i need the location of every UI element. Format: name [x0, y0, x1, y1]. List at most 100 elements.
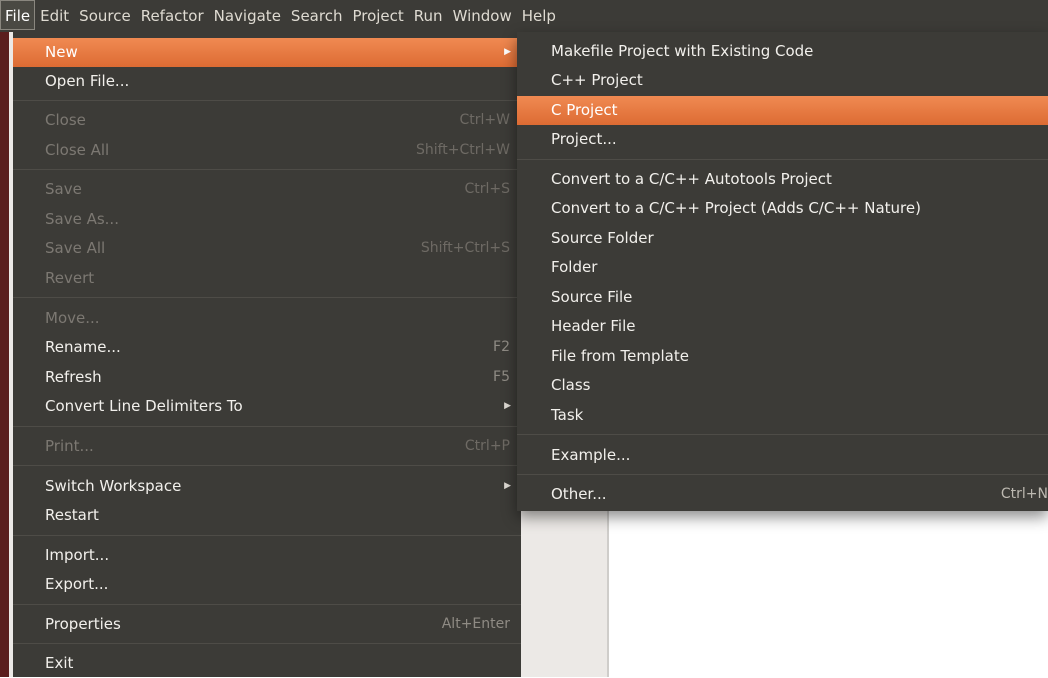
menu-item-makefile-project[interactable]: Makefile Project with Existing Code — [517, 37, 1048, 66]
menu-item-shortcut: Shift+Ctrl+S — [420, 240, 510, 256]
menu-item-label: Save All — [45, 239, 106, 257]
menu-item-label: C++ Project — [551, 71, 643, 89]
menu-item-label: New — [45, 43, 78, 61]
menu-item-label: Source Folder — [551, 229, 654, 247]
menubar-edit[interactable]: Edit — [35, 0, 74, 30]
menu-separator — [13, 426, 521, 427]
menu-item-label: Exit — [45, 654, 74, 672]
menu-item-convert-cpp-nature[interactable]: Convert to a C/C++ Project (Adds C/C++ N… — [517, 194, 1048, 223]
menubar-window[interactable]: Window — [448, 0, 517, 30]
editor-divider — [607, 510, 609, 677]
menu-item-label: Rename... — [45, 338, 121, 356]
menubar-file[interactable]: File — [0, 0, 36, 30]
menubar-search[interactable]: Search — [286, 0, 348, 30]
menu-item-label: Convert to a C/C++ Project (Adds C/C++ N… — [551, 199, 921, 217]
menu-item-label: Folder — [551, 258, 598, 276]
menu-item-label: Import... — [45, 546, 110, 564]
submenu-arrow-icon: ▶ — [504, 401, 511, 411]
menu-item-shortcut: F2 — [493, 339, 510, 355]
menu-item-label: Close All — [45, 141, 110, 159]
menu-separator — [13, 604, 521, 605]
menu-item-label: Close — [45, 111, 86, 129]
menu-item-convert-line-delimiters[interactable]: Convert Line Delimiters To ▶ — [13, 392, 521, 421]
menu-item-label: Makefile Project with Existing Code — [551, 42, 814, 60]
menu-item-label: Print... — [45, 437, 94, 455]
menu-separator — [517, 159, 1048, 160]
window-left-edge — [0, 0, 9, 677]
menu-item-shortcut: Alt+Enter — [441, 616, 510, 632]
menubar-help[interactable]: Help — [517, 0, 561, 30]
menu-item-label: File from Template — [551, 347, 689, 365]
menu-item-example[interactable]: Example... — [517, 441, 1048, 470]
menu-item-refresh[interactable]: Refresh F5 — [13, 363, 521, 392]
menu-item-export[interactable]: Export... — [13, 570, 521, 599]
menu-item-label: Task — [551, 406, 584, 424]
menu-item-restart[interactable]: Restart — [13, 501, 521, 530]
menu-item-label: Refresh — [45, 368, 102, 386]
menu-item-label: Other... — [551, 485, 607, 503]
menu-item-save-as[interactable]: Save As... — [13, 205, 521, 234]
menu-item-label: Export... — [45, 575, 109, 593]
menubar-source[interactable]: Source — [74, 0, 136, 30]
menu-item-label: Open File... — [45, 72, 130, 90]
menubar-project[interactable]: Project — [347, 0, 408, 30]
menu-item-move[interactable]: Move... — [13, 304, 521, 333]
menu-item-other[interactable]: Other... Ctrl+N — [517, 480, 1048, 509]
menubar-refactor[interactable]: Refactor — [136, 0, 209, 30]
menu-separator — [13, 465, 521, 466]
menu-item-header-file[interactable]: Header File — [517, 312, 1048, 341]
menu-item-class[interactable]: Class — [517, 371, 1048, 400]
menu-item-folder[interactable]: Folder — [517, 253, 1048, 282]
menu-item-label: Save As... — [45, 210, 119, 228]
menu-item-label: Restart — [45, 506, 99, 524]
menu-item-label: Convert to a C/C++ Autotools Project — [551, 170, 832, 188]
menu-separator — [517, 434, 1048, 435]
menu-item-label: C Project — [551, 101, 618, 119]
menu-item-rename[interactable]: Rename... F2 — [13, 333, 521, 362]
menu-item-close-all[interactable]: Close All Shift+Ctrl+W — [13, 136, 521, 165]
menu-item-label: Source File — [551, 288, 633, 306]
menu-item-label: Move... — [45, 309, 100, 327]
menu-separator — [13, 643, 521, 644]
menu-item-revert[interactable]: Revert — [13, 264, 521, 293]
submenu-arrow-icon: ▶ — [504, 481, 511, 491]
menu-item-open-file[interactable]: Open File... — [13, 67, 521, 96]
menu-item-shortcut: Ctrl+N — [1000, 486, 1048, 502]
menu-item-exit[interactable]: Exit — [13, 649, 521, 678]
menu-item-save[interactable]: Save Ctrl+S — [13, 175, 521, 204]
menu-item-source-folder[interactable]: Source Folder — [517, 224, 1048, 253]
menu-item-cpp-project[interactable]: C++ Project — [517, 66, 1048, 95]
menubar-navigate[interactable]: Navigate — [209, 0, 286, 30]
menu-item-shortcut: Shift+Ctrl+W — [415, 142, 510, 158]
menubar: File Edit Source Refactor Navigate Searc… — [0, 0, 1048, 32]
menu-item-shortcut: Ctrl+W — [459, 112, 510, 128]
menu-item-save-all[interactable]: Save All Shift+Ctrl+S — [13, 234, 521, 263]
menu-item-shortcut: Ctrl+P — [464, 438, 510, 454]
menu-item-label: Revert — [45, 269, 95, 287]
menu-item-label: Example... — [551, 446, 631, 464]
menu-item-file-from-template[interactable]: File from Template — [517, 342, 1048, 371]
menu-item-label: Class — [551, 376, 591, 394]
menu-item-label: Save — [45, 180, 82, 198]
menu-item-label: Properties — [45, 615, 121, 633]
menu-item-print[interactable]: Print... Ctrl+P — [13, 432, 521, 461]
menu-item-c-project[interactable]: C Project — [517, 96, 1048, 125]
menu-item-switch-workspace[interactable]: Switch Workspace ▶ — [13, 472, 521, 501]
menu-item-label: Switch Workspace — [45, 477, 182, 495]
menu-item-new[interactable]: New ▶ — [13, 38, 521, 67]
menubar-run[interactable]: Run — [409, 0, 448, 30]
menu-item-close[interactable]: Close Ctrl+W — [13, 106, 521, 135]
new-submenu: Makefile Project with Existing Code C++ … — [517, 32, 1048, 511]
menu-separator — [13, 169, 521, 170]
menu-separator — [13, 100, 521, 101]
menu-item-label: Header File — [551, 317, 636, 335]
menu-item-import[interactable]: Import... — [13, 541, 521, 570]
menu-item-project[interactable]: Project... — [517, 125, 1048, 154]
menu-item-task[interactable]: Task — [517, 401, 1048, 430]
menu-item-convert-autotools[interactable]: Convert to a C/C++ Autotools Project — [517, 165, 1048, 194]
menu-item-properties[interactable]: Properties Alt+Enter — [13, 610, 521, 639]
menu-item-shortcut: Ctrl+S — [464, 181, 510, 197]
file-menu: New ▶ Open File... Close Ctrl+W Close Al… — [13, 32, 521, 677]
menu-item-source-file[interactable]: Source File — [517, 283, 1048, 312]
menu-item-label: Project... — [551, 130, 617, 148]
